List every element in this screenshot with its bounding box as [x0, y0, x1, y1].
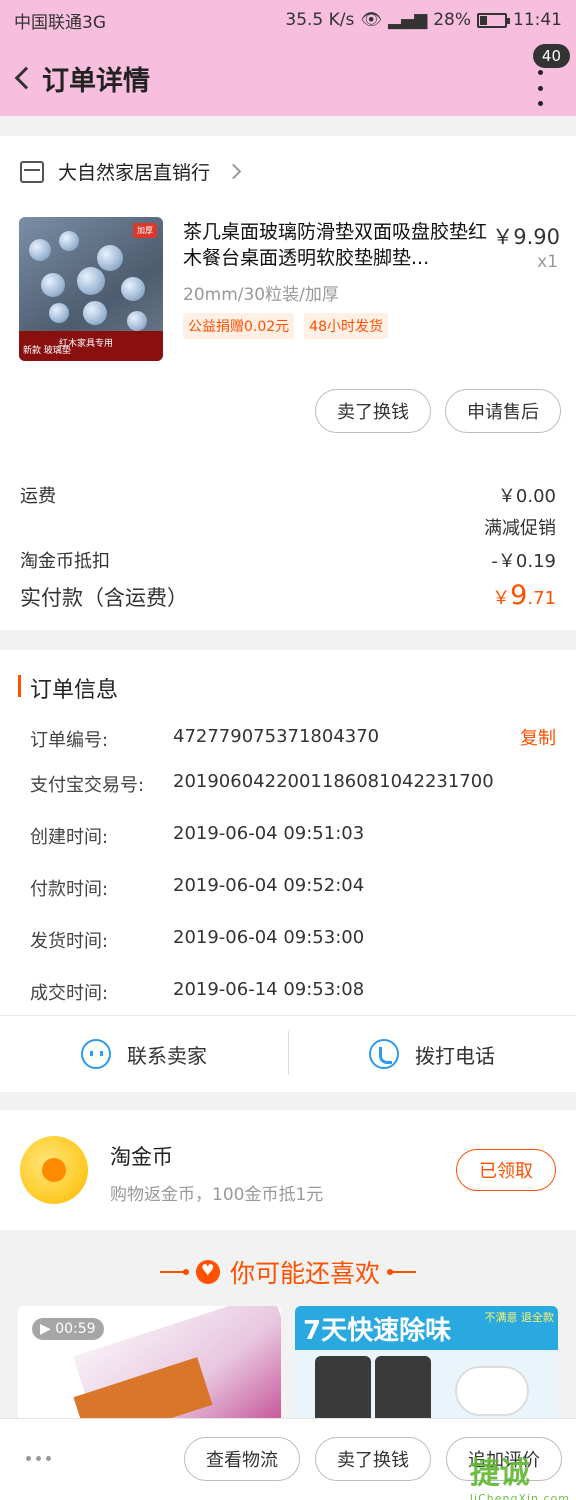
shop-name: 大自然家居直销行: [58, 162, 211, 184]
message-badge: 40: [532, 44, 570, 68]
chevron-right-icon: [225, 163, 242, 180]
recommend-item-1[interactable]: ▶ 00:59: [18, 1306, 281, 1418]
section-accent-bar: [18, 675, 21, 697]
order-number-label: 订单编号:: [30, 730, 109, 751]
order-info-title: 订单信息: [30, 678, 119, 703]
alipay-no-value: 2019060422001186081042231700: [173, 771, 494, 792]
contact-seller-button[interactable]: 联系卖家: [0, 1016, 288, 1092]
signal-icon: ▂▄▆: [387, 10, 428, 30]
recommend-title: 你可能还喜欢: [229, 1259, 380, 1288]
recommend-banner-sub: 不满意 退全款: [484, 1311, 555, 1324]
gold-coin-icon: [20, 1136, 88, 1204]
eye-icon: 👁: [360, 10, 382, 30]
shipped-time-label: 发货时间:: [30, 931, 109, 952]
battery-percent: 28%: [433, 10, 471, 30]
sell-for-cash-bottom-button[interactable]: 卖了换钱: [315, 1437, 431, 1481]
paid-amount: ￥9.71: [492, 580, 556, 611]
product-price: ￥9.90: [492, 225, 560, 249]
chat-face-icon: [81, 1039, 111, 1069]
recommend-item-2[interactable]: 7天快速除味 不满意 退全款: [295, 1306, 558, 1418]
closed-time-value: 2019-06-14 09:53:08: [173, 979, 365, 1000]
coin-description: 购物返金币，100金币抵1元: [110, 1185, 324, 1205]
contact-seller-label: 联系卖家: [127, 1043, 207, 1068]
watermark: 捷诚 JiChengXin.com: [469, 1456, 570, 1500]
phone-icon: [369, 1039, 399, 1069]
video-duration-badge: ▶ 00:59: [32, 1318, 104, 1340]
product-image[interactable]: 加厚 新款 玻璃垫 红木家具专用: [19, 217, 163, 361]
created-time-value: 2019-06-04 09:51:03: [173, 823, 365, 844]
copy-button[interactable]: 复制: [520, 724, 556, 750]
page-title: 订单详情: [42, 65, 150, 97]
coin-deduct-value: -￥0.19: [491, 551, 556, 572]
coin-title: 淘金币: [110, 1145, 173, 1169]
paid-time-label: 付款时间:: [30, 879, 109, 900]
status-bar: 中国联通3G 35.5 K/s 👁 ▂▄▆ 28% 11:41: [0, 0, 576, 40]
call-phone-label: 拨打电话: [415, 1043, 495, 1068]
product-title[interactable]: 茶几桌面玻璃防滑垫双面吸盘胶垫红木餐台桌面透明软胶垫脚垫...: [183, 219, 489, 271]
product-quantity: x1: [537, 252, 558, 272]
call-phone-button[interactable]: 拨打电话: [288, 1016, 576, 1092]
sell-for-cash-button[interactable]: 卖了换钱: [315, 389, 431, 433]
image-tag: 加厚: [133, 223, 157, 238]
coin-claimed-button[interactable]: 已领取: [456, 1149, 556, 1191]
closed-time-label: 成交时间:: [30, 983, 109, 1004]
carrier: 中国联通3G: [14, 12, 106, 33]
after-sale-button[interactable]: 申请售后: [445, 389, 561, 433]
more-actions-button[interactable]: [26, 1456, 51, 1461]
order-number-value: 472779075371804370: [173, 726, 380, 747]
product-spec: 20mm/30粒装/加厚: [183, 285, 339, 305]
battery-icon: [477, 12, 510, 28]
store-icon: [20, 160, 44, 183]
product-tags: 公益捐赠0.02元 48小时发货: [183, 313, 388, 339]
cow-mascot: [455, 1366, 529, 1416]
tag-charity: 公益捐赠0.02元: [183, 313, 295, 339]
paid-label: 实付款（含运费）: [20, 586, 188, 610]
recommend-header: 你可能还喜欢: [12, 1245, 564, 1299]
heart-icon: [195, 1260, 220, 1284]
shop-link[interactable]: 大自然家居直销行: [20, 158, 242, 185]
paid-time-value: 2019-06-04 09:52:04: [173, 875, 365, 896]
shipped-time-value: 2019-06-04 09:53:00: [173, 927, 365, 948]
clock: 11:41: [513, 10, 562, 30]
nav-bar: 订单详情 40: [0, 40, 576, 116]
shipping-label: 运费: [20, 486, 56, 507]
tag-shipping: 48小时发货: [304, 313, 388, 339]
back-arrow-icon: [14, 66, 38, 90]
coin-deduct-label: 淘金币抵扣: [20, 551, 110, 572]
promo-label: 满减促销: [484, 518, 556, 539]
more-menu-button[interactable]: [530, 70, 550, 106]
created-time-label: 创建时间:: [30, 827, 109, 848]
alipay-no-label: 支付宝交易号:: [30, 775, 145, 796]
image-strip-right: 红木家具专用: [59, 339, 114, 349]
view-logistics-button[interactable]: 查看物流: [184, 1437, 300, 1481]
back-button[interactable]: [2, 40, 42, 116]
network-speed: 35.5 K/s: [285, 10, 355, 30]
shipping-value: ￥0.00: [497, 486, 556, 507]
